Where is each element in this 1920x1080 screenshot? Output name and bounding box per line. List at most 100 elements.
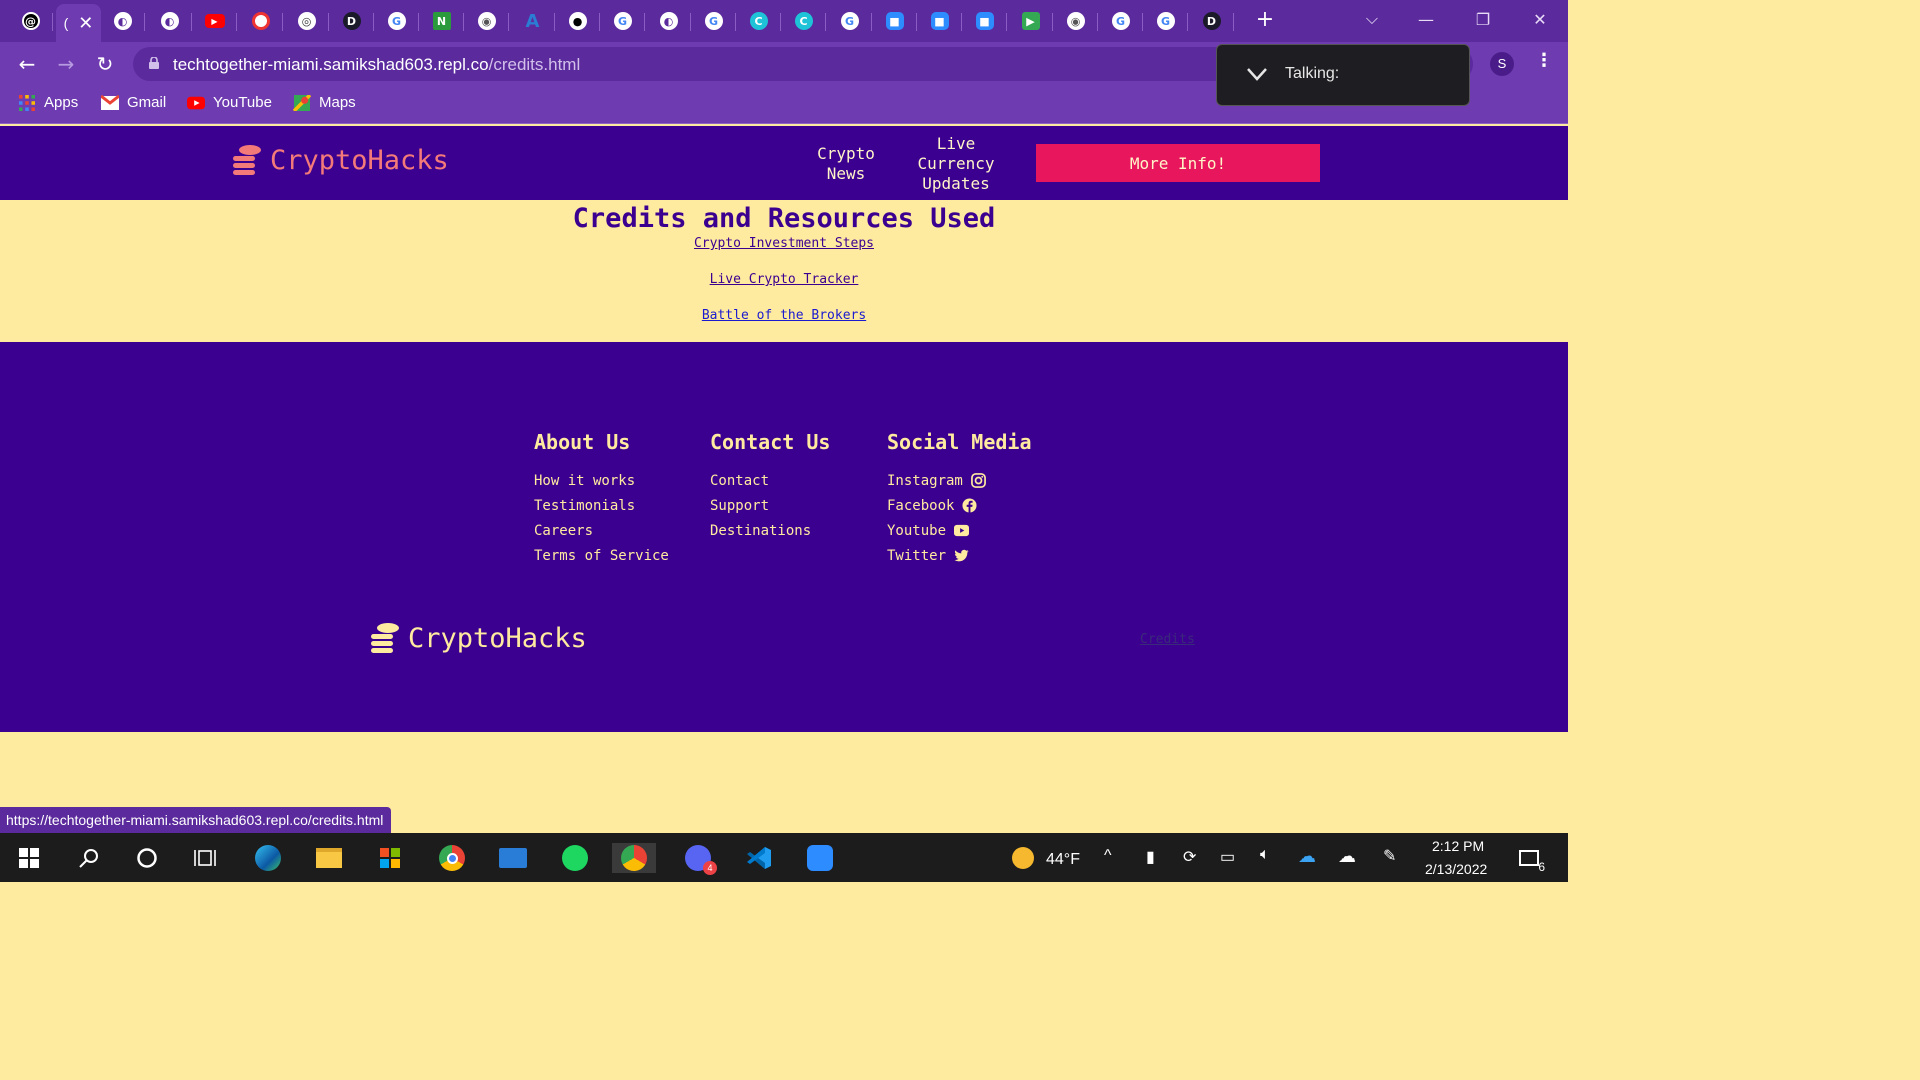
discord-icon[interactable]: 4 <box>683 843 717 875</box>
social-label: Youtube <box>887 522 947 539</box>
profile-avatar[interactable]: S <box>1490 52 1514 76</box>
restore-icon[interactable]: ❐ <box>1455 0 1511 38</box>
tab-globe[interactable]: ◐ <box>646 4 691 38</box>
clock-date[interactable]: 2/13/2022 <box>1425 861 1487 877</box>
task-view-icon[interactable] <box>190 843 220 873</box>
footer-heading: About Us <box>534 430 631 454</box>
footer-link-facebook[interactable]: Facebook <box>887 493 1032 518</box>
footer-link-testimonials[interactable]: Testimonials <box>534 493 669 518</box>
file-explorer-icon[interactable] <box>314 843 344 873</box>
back-icon[interactable]: ← <box>14 51 40 77</box>
onedrive-icon[interactable]: ☁ <box>1298 846 1316 867</box>
search-icon[interactable] <box>74 843 104 873</box>
footer-link-youtube[interactable]: Youtube <box>887 518 1032 543</box>
footer-link-careers[interactable]: Careers <box>534 518 669 543</box>
address-url: techtogether-miami.samikshad603.repl.co/… <box>173 55 580 75</box>
tab-threads[interactable]: @ <box>8 4 53 38</box>
close-tab-icon[interactable]: ✕ <box>78 13 93 34</box>
nav-live-currency-updates[interactable]: Live Currency Updates <box>906 134 1006 194</box>
discord-badge: 4 <box>703 861 717 875</box>
tab-meet[interactable]: ▶ <box>1008 4 1053 38</box>
social-label: Twitter <box>887 547 947 564</box>
credit-link-crypto-investment-steps[interactable]: Crypto Investment Steps <box>689 236 879 272</box>
d-icon: D <box>1202 12 1221 30</box>
tab-target[interactable] <box>238 4 283 38</box>
tab-canva[interactable]: C <box>781 4 826 38</box>
footer-link-destinations[interactable]: Destinations <box>710 518 830 543</box>
tab-google[interactable]: G <box>1098 4 1143 38</box>
screen-record-icon[interactable]: ⟳ <box>1183 847 1196 867</box>
youtube-icon <box>954 524 970 537</box>
tab-youtube[interactable]: ▶ <box>192 4 237 38</box>
footer-brand-logo[interactable]: CryptoHacks <box>370 622 587 654</box>
tab-globe[interactable]: ◐ <box>100 4 145 38</box>
globe-icon: ◐ <box>659 12 678 30</box>
spotify-icon[interactable] <box>560 843 590 873</box>
pen-icon[interactable]: ✎ <box>1383 846 1396 866</box>
footer-link-terms[interactable]: Terms of Service <box>534 543 669 568</box>
bookmark-maps[interactable]: Maps <box>293 94 356 111</box>
microphone-icon[interactable]: ▮ <box>1146 847 1155 867</box>
close-window-icon[interactable]: ✕ <box>1512 0 1568 38</box>
tab-google[interactable]: G <box>691 4 736 38</box>
tab-google[interactable]: G <box>374 4 419 38</box>
footer-link-how-it-works[interactable]: How it works <box>534 468 669 493</box>
tab-d[interactable]: D <box>329 4 374 38</box>
microsoft-store-icon[interactable] <box>375 843 405 873</box>
chevron-down-icon[interactable] <box>1247 67 1267 81</box>
tab-chrome[interactable]: ◉ <box>464 4 509 38</box>
brand-logo[interactable]: CryptoHacks <box>232 144 449 176</box>
battery-icon[interactable]: ▭ <box>1220 847 1235 867</box>
google-icon: G <box>704 12 723 30</box>
tab-search-chevron-icon[interactable]: ⌵ <box>1344 0 1400 38</box>
notifications-icon[interactable]: 6 <box>1514 843 1545 874</box>
tab-canva[interactable]: C <box>736 4 781 38</box>
tab-chrome[interactable]: ◉ <box>1053 4 1098 38</box>
tab-google[interactable]: G <box>1143 4 1188 38</box>
tab-d[interactable]: D <box>1189 4 1234 38</box>
tab-active[interactable]: (✕ <box>56 4 101 42</box>
vscode-icon[interactable] <box>744 843 774 873</box>
forward-icon[interactable]: → <box>53 51 79 77</box>
tab-google[interactable]: G <box>827 4 872 38</box>
tab-spiral[interactable]: ◎ <box>284 4 329 38</box>
mail-icon[interactable] <box>498 843 528 873</box>
credit-link-battle-of-the-brokers[interactable]: Battle of the Brokers <box>697 308 872 344</box>
tab-globe[interactable]: ◐ <box>147 4 192 38</box>
tab-google[interactable]: G <box>600 4 645 38</box>
footer-link-support[interactable]: Support <box>710 493 830 518</box>
social-label: Instagram <box>887 472 963 489</box>
tab-zoom[interactable]: ■ <box>872 4 917 38</box>
browser-menu-icon[interactable]: ⋮ <box>1535 50 1553 71</box>
footer-link-twitter[interactable]: Twitter <box>887 543 1032 568</box>
chrome-profile-icon[interactable] <box>612 843 656 873</box>
reload-icon[interactable]: ↻ <box>92 51 118 77</box>
tab-n[interactable]: N <box>419 4 464 38</box>
weather-temp: 44°F <box>1046 851 1080 868</box>
tab-zoom[interactable]: ■ <box>917 4 962 38</box>
zoom-icon[interactable] <box>805 843 835 873</box>
bookmark-youtube[interactable]: YouTube <box>187 94 272 111</box>
clock-time[interactable]: 2:12 PM <box>1432 838 1484 854</box>
cortana-icon[interactable] <box>132 843 162 873</box>
footer-link-contact[interactable]: Contact <box>710 468 830 493</box>
chrome-icon[interactable] <box>437 843 467 873</box>
edge-icon[interactable] <box>253 843 283 873</box>
cloud-icon[interactable]: ☁ <box>1338 846 1356 867</box>
volume-icon[interactable]: 🔈︎ <box>1260 846 1270 864</box>
new-tab-icon[interactable]: + <box>1253 8 1277 32</box>
footer-link-instagram[interactable]: Instagram <box>887 468 1032 493</box>
minimize-icon[interactable]: — <box>1398 0 1454 38</box>
bookmark-gmail[interactable]: Gmail <box>101 94 166 111</box>
credit-link-live-crypto-tracker[interactable]: Live Crypto Tracker <box>704 272 864 308</box>
tab-github[interactable]: ● <box>555 4 600 38</box>
nav-crypto-news[interactable]: Crypto News <box>806 144 886 184</box>
bookmark-apps[interactable]: Apps <box>18 94 78 111</box>
tab-azure[interactable]: A <box>510 4 555 38</box>
windows-start-icon[interactable] <box>14 843 44 873</box>
weather-icon[interactable] <box>1008 843 1038 873</box>
tab-zoom[interactable]: ■ <box>962 4 1007 38</box>
footer-credits-link[interactable]: Credits <box>1140 632 1195 647</box>
show-hidden-icons-icon[interactable]: ^ <box>1104 847 1112 865</box>
more-info-button[interactable]: More Info! <box>1036 144 1320 182</box>
